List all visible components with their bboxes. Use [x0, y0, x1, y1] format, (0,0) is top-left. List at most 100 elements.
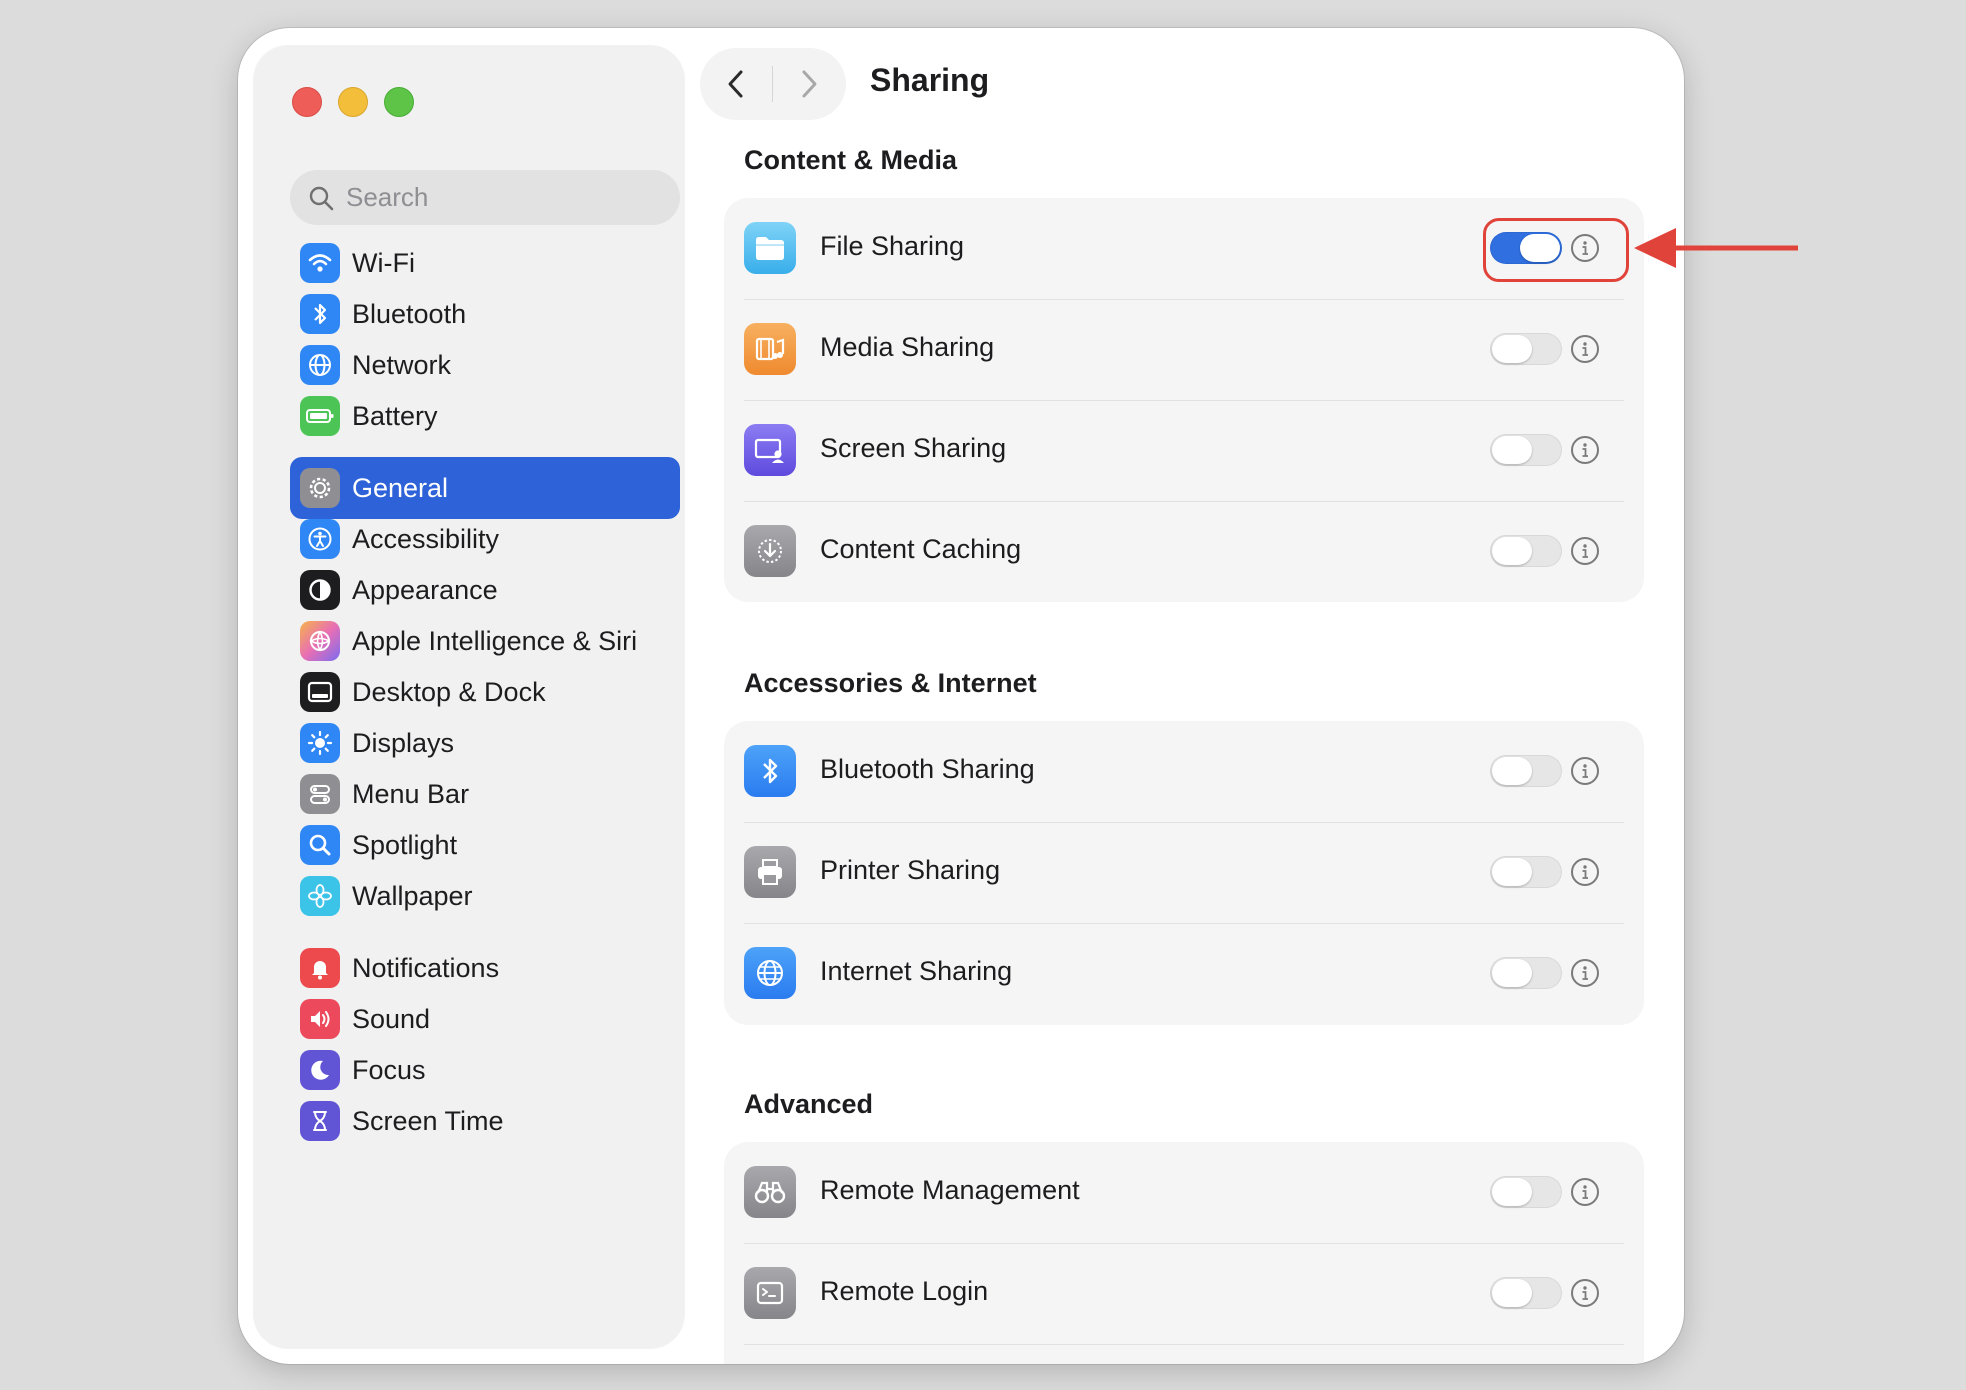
highlight-box [1483, 218, 1629, 282]
info-icon [1582, 865, 1588, 879]
media-sharing-toggle[interactable] [1490, 333, 1562, 365]
bluetooth-icon [744, 745, 796, 797]
info-button[interactable] [1571, 537, 1599, 565]
info-button[interactable] [1571, 1279, 1599, 1307]
row-divider [744, 923, 1624, 924]
row-divider [744, 1344, 1624, 1345]
info-icon [1582, 443, 1588, 457]
internet-sharing-toggle[interactable] [1490, 957, 1562, 989]
sidebar-item-label: Notifications [352, 952, 500, 983]
info-icon [1582, 1185, 1588, 1199]
row-divider [744, 822, 1624, 823]
wifi-icon [300, 243, 340, 283]
toggle-knob [1492, 335, 1532, 363]
sidebar-item-label: Sound [352, 1003, 431, 1034]
terminal-icon [744, 1267, 796, 1319]
binoculars-icon [744, 1166, 796, 1218]
info-button[interactable] [1571, 436, 1599, 464]
row-label: Screen Sharing [820, 433, 1007, 463]
settings-window: Search Wi-Fi Bluetooth Network Battery G… [238, 28, 1684, 1364]
info-button[interactable] [1571, 1178, 1599, 1206]
bluetooth-icon [300, 294, 340, 334]
row-bluetooth-sharing[interactable]: Bluetooth Sharing [724, 721, 1644, 821]
row-label: Bluetooth Sharing [820, 754, 1035, 784]
media-icon [744, 323, 796, 375]
sidebar-item-battery[interactable]: Battery [290, 385, 680, 447]
search-field[interactable]: Search [290, 170, 680, 225]
row-media-sharing[interactable]: Media Sharing [724, 299, 1644, 399]
row-label: Internet Sharing [820, 956, 1013, 986]
row-partial [724, 1344, 1644, 1364]
row-label: Printer Sharing [820, 855, 1001, 885]
info-button[interactable] [1571, 959, 1599, 987]
close-window-button[interactable] [292, 87, 322, 117]
sidebar-item-wallpaper[interactable]: Wallpaper [290, 865, 680, 927]
section-title-accessories-internet: Accessories & Internet [744, 668, 1037, 698]
row-label: File Sharing [820, 231, 965, 261]
row-label: Content Caching [820, 534, 1022, 564]
row-screen-sharing[interactable]: Screen Sharing [724, 400, 1644, 500]
info-button[interactable] [1571, 757, 1599, 785]
group-advanced: Remote Management Remote Login [724, 1142, 1644, 1364]
remote-management-toggle[interactable] [1490, 1176, 1562, 1208]
content-caching-toggle[interactable] [1490, 535, 1562, 567]
toggle-knob [1492, 1279, 1532, 1307]
row-divider [744, 400, 1624, 401]
sidebar-item-label: Battery [352, 400, 438, 431]
download-icon [744, 525, 796, 577]
globe-icon [300, 345, 340, 385]
sidebar-item-label: Apple Intelligence & Siri [352, 625, 638, 656]
menu-bar-icon [300, 774, 340, 814]
toggle-knob [1492, 858, 1532, 886]
info-button[interactable] [1571, 335, 1599, 363]
search-placeholder: Search [346, 182, 429, 212]
sidebar-item-label: Accessibility [352, 523, 500, 554]
sidebar-item-label: Screen Time [352, 1105, 504, 1136]
search-icon [309, 186, 334, 210]
sidebar-item-label: Wallpaper [352, 880, 473, 911]
info-button[interactable] [1571, 858, 1599, 886]
remote-login-toggle[interactable] [1490, 1277, 1562, 1309]
screen-sharing-toggle[interactable] [1490, 434, 1562, 466]
group-accessories-internet: Bluetooth Sharing Printer Sharing Intern… [724, 721, 1644, 1025]
appearance-icon [300, 570, 340, 610]
dock-icon [300, 672, 340, 712]
folder-icon [744, 222, 796, 274]
row-remote-login[interactable]: Remote Login [724, 1243, 1644, 1343]
sidebar-item-label: Bluetooth [352, 298, 467, 329]
info-icon [1582, 764, 1588, 778]
sidebar-item-label: Focus [352, 1054, 426, 1085]
back-button[interactable] [700, 48, 772, 120]
bluetooth-sharing-toggle[interactable] [1490, 755, 1562, 787]
row-remote-management[interactable]: Remote Management [724, 1142, 1644, 1242]
sidebar-item-label: Spotlight [352, 829, 458, 860]
row-internet-sharing[interactable]: Internet Sharing [724, 923, 1644, 1023]
bell-icon [300, 948, 340, 988]
sidebar-item-label: Appearance [352, 574, 498, 605]
row-label: Media Sharing [820, 332, 995, 362]
accessibility-icon [300, 519, 340, 559]
magnifier-icon [300, 825, 340, 865]
navigation-buttons [700, 48, 846, 120]
sidebar-item-screen-time[interactable]: Screen Time [290, 1090, 680, 1152]
chevron-right-icon [802, 70, 817, 98]
globe-icon [744, 947, 796, 999]
row-printer-sharing[interactable]: Printer Sharing [724, 822, 1644, 922]
sidebar-item-label: General [352, 472, 449, 503]
chevron-left-icon [728, 70, 743, 98]
toggle-knob [1492, 436, 1532, 464]
row-content-caching[interactable]: Content Caching [724, 501, 1644, 601]
gear-icon [300, 468, 340, 508]
row-label: Remote Login [820, 1276, 989, 1306]
flower-icon [300, 876, 340, 916]
battery-icon [300, 396, 340, 436]
forward-button[interactable] [773, 48, 845, 120]
printer-sharing-toggle[interactable] [1490, 856, 1562, 888]
zoom-window-button[interactable] [384, 87, 414, 117]
siri-icon [300, 621, 340, 661]
info-icon [1582, 544, 1588, 558]
toggle-knob [1492, 757, 1532, 785]
row-divider [744, 299, 1624, 300]
minimize-window-button[interactable] [338, 87, 368, 117]
printer-icon [744, 846, 796, 898]
